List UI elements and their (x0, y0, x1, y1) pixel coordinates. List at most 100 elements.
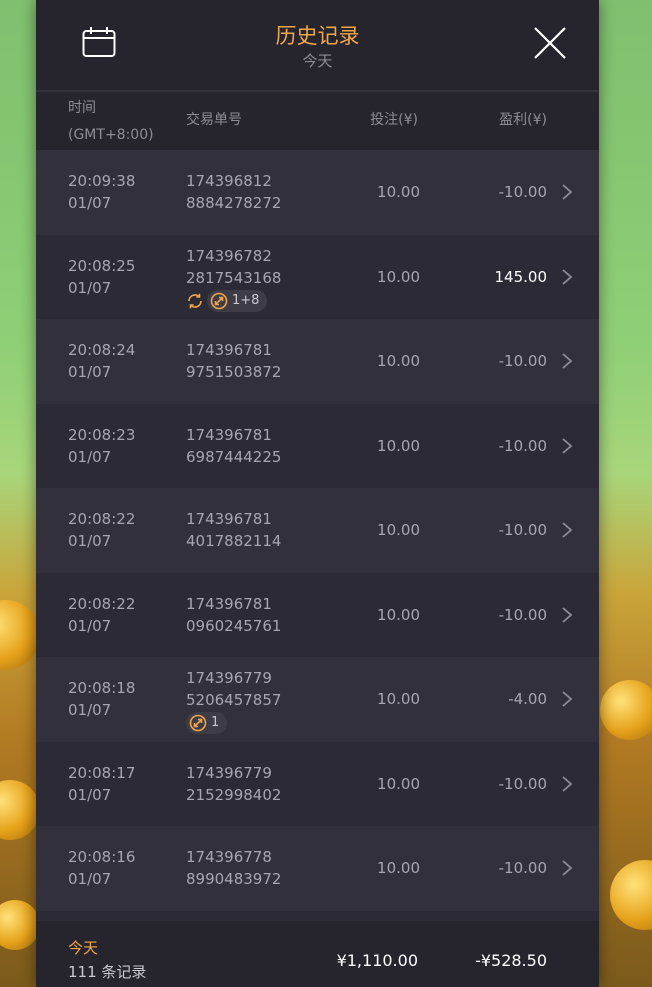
history-row[interactable]: 20:09:38 01/07 174396812 8884278272 10.00 -10… (36, 150, 599, 235)
chevron-right-icon (562, 268, 573, 285)
row-bet: 10.00 (377, 436, 420, 455)
row-order-part2: 5206457857 (186, 691, 282, 709)
chevron-right-icon (562, 775, 573, 792)
row-time-value: 20:08:25 (68, 256, 136, 275)
history-row[interactable]: 20:08:25 01/07 174396782 2817543168 1+8 10.00… (36, 234, 599, 319)
history-row[interactable]: 20:08:22 01/07 174396781 0960245761 10.00 -10… (36, 572, 599, 657)
column-time: 时间 (GMT+8:00) (68, 95, 154, 149)
row-bet: 10.00 (377, 352, 420, 370)
row-date-value: 01/07 (68, 532, 112, 550)
chevron-right-icon (562, 353, 573, 369)
summary-footer: 今天 111 条记录 ¥1,110.00 -¥528.50 (36, 921, 599, 987)
row-time-value: 20:08:22 (68, 510, 136, 528)
row-order-part1: 174396781 (186, 425, 272, 444)
row-profit: -4.00 (508, 690, 547, 708)
row-time: 20:09:38 01/07 (68, 170, 135, 214)
row-time-value: 20:08:18 (68, 679, 136, 697)
row-order: 174396782 2817543168 1+8 (186, 245, 281, 312)
background-coin (0, 780, 40, 840)
column-time-zone: (GMT+8:00) (68, 127, 154, 143)
header: 历史记录 今天 (36, 0, 599, 92)
row-order: 174396781 6987444225 (186, 424, 281, 468)
row-bet: 10.00 (377, 859, 420, 877)
column-time-label: 时间 (68, 100, 96, 116)
row-time: 20:08:16 01/07 (68, 846, 135, 890)
chevron-right-icon (562, 691, 573, 707)
row-order-part1: 174396779 (186, 763, 272, 782)
row-time: 20:08:24 01/07 (68, 339, 135, 383)
close-icon[interactable] (533, 26, 567, 60)
row-order: 174396779 2152998402 (186, 762, 281, 806)
row-order-part2: 8884278272 (186, 194, 282, 212)
row-date-value: 01/07 (68, 278, 112, 297)
chevron-right-icon (562, 860, 573, 876)
row-order-part1: 174396812 (186, 172, 272, 190)
row-profit: -10.00 (498, 183, 547, 201)
row-order-part2: 0960245761 (186, 616, 282, 635)
chevron-right-icon (562, 522, 573, 538)
row-order: 174396778 8990483972 (186, 846, 281, 890)
summary-label: 今天 (68, 939, 99, 957)
row-badges: 1+8 (186, 289, 281, 312)
refresh-icon (188, 293, 202, 308)
page-subtitle: 今天 (302, 52, 333, 70)
history-row[interactable]: 20:08:17 01/07 174396779 2152998402 10.00 -10… (36, 741, 599, 826)
row-time: 20:08:18 01/07 (68, 677, 135, 721)
history-row[interactable]: 20:08:18 01/07 174396779 5206457857 1 10.00 -4… (36, 657, 599, 742)
row-time: 20:08:25 01/07 (68, 255, 135, 299)
row-time-value: 20:08:22 (68, 594, 136, 613)
row-bet: 10.00 (377, 267, 420, 286)
column-profit: 盈利(¥) (499, 112, 547, 128)
background-coin (610, 860, 652, 930)
background-coin (0, 600, 40, 670)
multiplier-icon (189, 714, 207, 732)
history-row[interactable]: 20:08:23 01/07 174396781 6987444225 10.00 -10… (36, 403, 599, 488)
badge-text: 1+8 (232, 292, 260, 308)
row-bet: 10.00 (377, 183, 420, 201)
page-title: 历史记录 (275, 24, 360, 48)
total-bet: ¥1,110.00 (336, 951, 418, 970)
row-time-value: 20:09:38 (68, 172, 136, 190)
row-order-part1: 174396781 (186, 594, 272, 613)
row-order: 174396779 5206457857 1 (186, 667, 281, 734)
row-time-value: 20:08:16 (68, 848, 136, 866)
row-order: 174396781 0960245761 (186, 593, 281, 637)
row-order-part1: 174396781 (186, 341, 272, 359)
history-row[interactable]: 20:08:24 01/07 174396781 9751503872 10.00 -10… (36, 319, 599, 404)
multiplier-badge: 1+8 (207, 289, 268, 312)
row-bet: 10.00 (377, 690, 420, 708)
row-date-value: 01/07 (68, 363, 112, 381)
chevron-right-icon (562, 184, 573, 200)
background-coin (600, 680, 652, 740)
row-bet: 10.00 (377, 605, 420, 624)
row-time-value: 20:08:23 (68, 425, 136, 444)
row-date-value: 01/07 (68, 447, 112, 466)
multiplier-badge: 1 (186, 712, 228, 734)
row-profit: -10.00 (498, 352, 547, 370)
row-time: 20:08:17 01/07 (68, 762, 135, 806)
row-profit: -10.00 (498, 521, 547, 539)
badge-text: 1 (211, 715, 220, 730)
column-order: 交易单号 (186, 112, 242, 128)
history-row[interactable]: 20:08:16 01/07 174396778 8990483972 10.00 -10… (36, 826, 599, 911)
row-order-part2: 8990483972 (186, 870, 282, 888)
row-order-part1: 174396779 (186, 669, 272, 687)
record-count: 111 条记录 (68, 963, 147, 981)
history-list: 20:09:38 01/07 174396812 8884278272 10.00 -10… (36, 150, 599, 911)
row-order: 174396781 4017882114 (186, 508, 281, 552)
row-order-part2: 4017882114 (186, 532, 282, 550)
multiplier-icon (210, 292, 228, 309)
row-profit: 145.00 (494, 267, 548, 286)
row-date-value: 01/07 (68, 870, 112, 888)
row-time: 20:08:23 01/07 (68, 424, 135, 468)
row-order-part1: 174396781 (186, 510, 272, 528)
row-date-value: 01/07 (68, 701, 112, 719)
row-profit: -10.00 (498, 774, 547, 793)
row-time-value: 20:08:24 (68, 341, 136, 359)
row-time: 20:08:22 01/07 (68, 593, 135, 637)
history-row[interactable]: 20:08:22 01/07 174396781 4017882114 10.00 -10… (36, 488, 599, 573)
row-bet: 10.00 (377, 521, 420, 539)
column-bet: 投注(¥) (370, 112, 418, 128)
row-bet: 10.00 (377, 774, 420, 793)
column-header: 时间 (GMT+8:00) 交易单号 投注(¥) 盈利(¥) (36, 92, 599, 150)
